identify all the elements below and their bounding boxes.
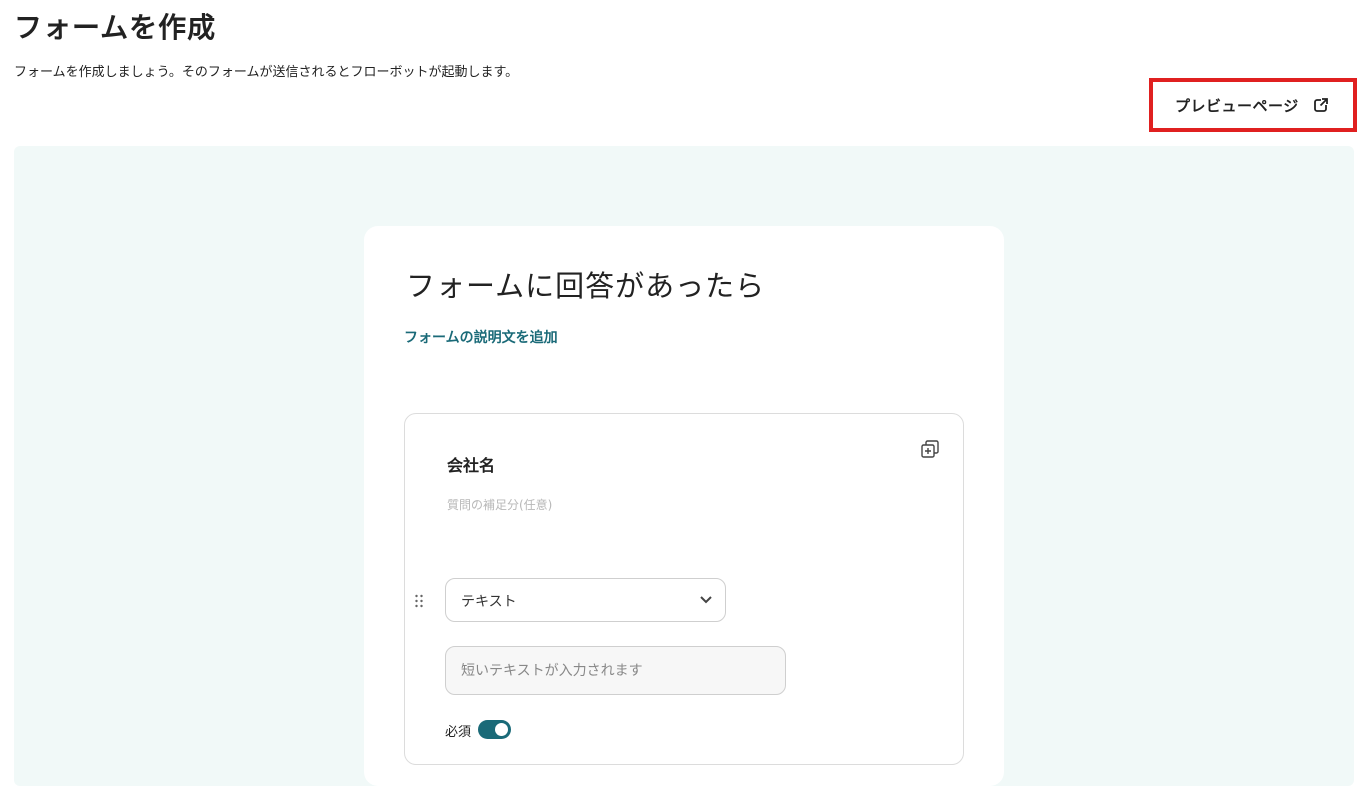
drag-handle-icon[interactable] (414, 594, 424, 608)
question-type-value: テキスト (461, 594, 517, 610)
short-text-answer-input[interactable] (445, 646, 786, 695)
question-description-field[interactable]: 質問の補足分(任意) (447, 496, 552, 513)
external-link-icon (1314, 97, 1329, 112)
required-label: 必須 (445, 725, 472, 740)
form-title[interactable]: フォームに回答があったら (406, 266, 765, 306)
chevron-down-icon (700, 596, 712, 604)
add-form-description-link[interactable]: フォームの説明文を追加 (404, 327, 558, 347)
page-subtitle: フォームを作成しましょう。そのフォームが送信されるとフローボットが起動します。 (14, 65, 519, 80)
preview-page-button[interactable]: プレビューページ (1149, 78, 1357, 132)
preview-page-label: プレビューページ (1175, 96, 1299, 115)
required-toggle[interactable] (478, 720, 511, 739)
copy-icon[interactable] (921, 440, 939, 458)
question-card: 会社名 質問の補足分(任意) テキスト 必須 (404, 413, 964, 765)
toggle-knob (495, 723, 508, 736)
question-title[interactable]: 会社名 (447, 452, 495, 476)
question-type-select[interactable]: テキスト (445, 578, 726, 622)
page-title: フォームを作成 (14, 11, 217, 44)
form-card: フォームに回答があったら フォームの説明文を追加 会社名 質問の補足分(任意) … (364, 226, 1004, 786)
